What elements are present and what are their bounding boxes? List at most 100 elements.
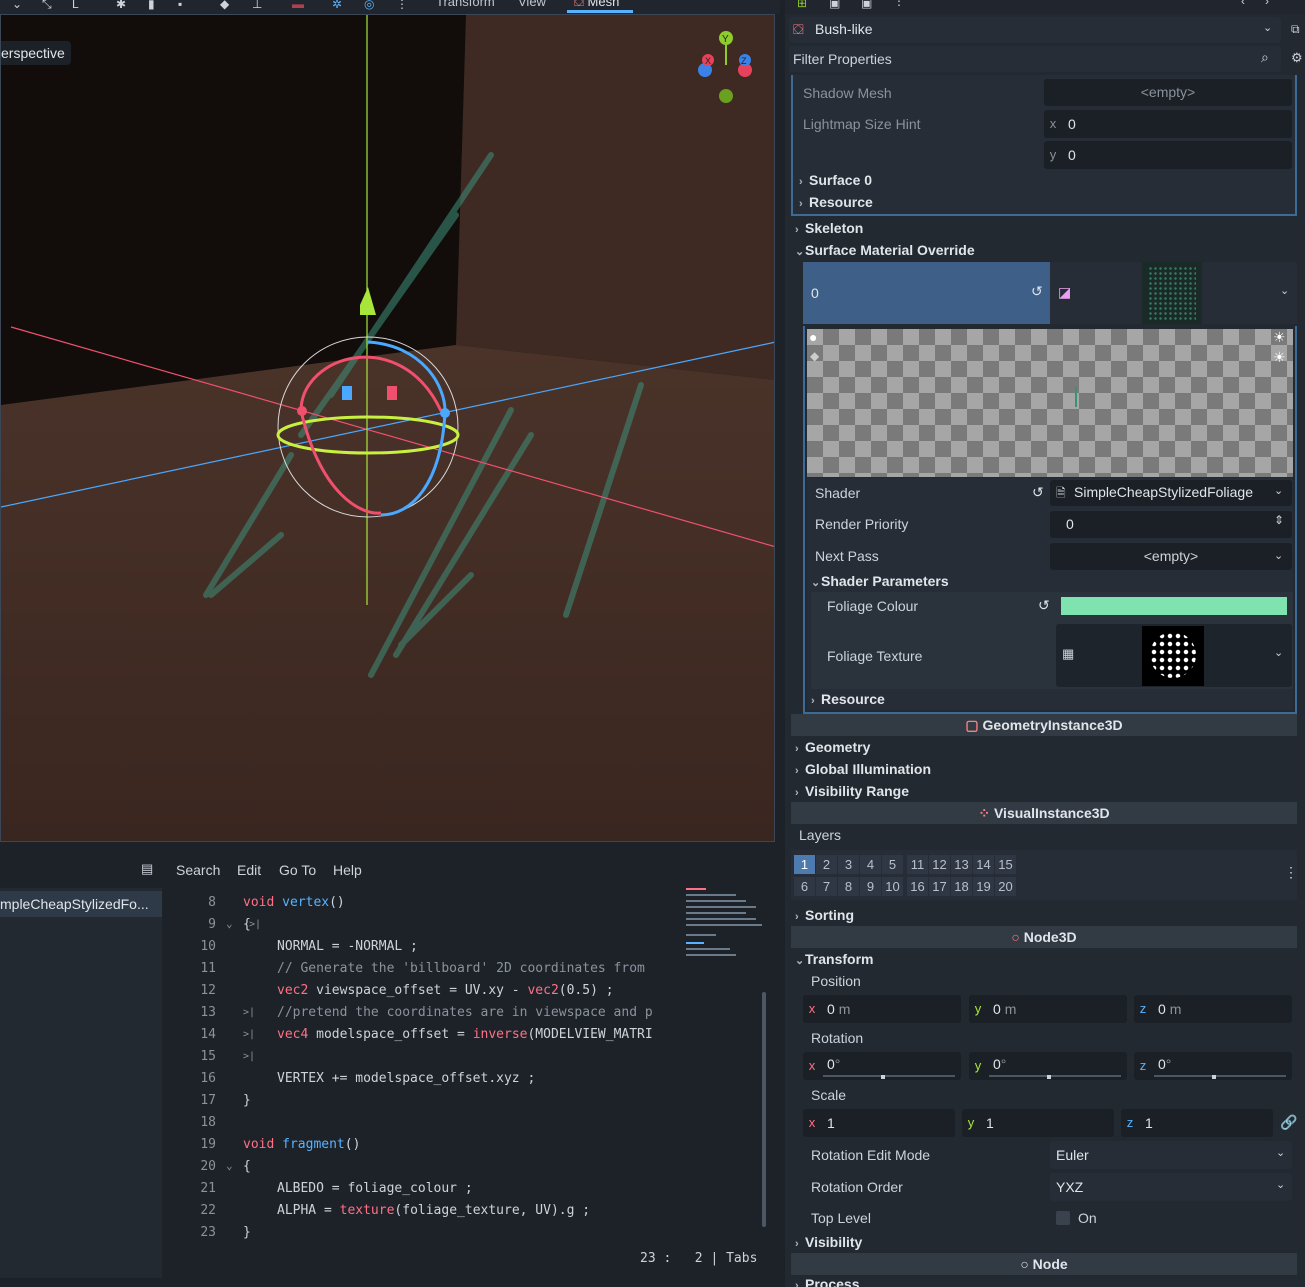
global-illumination-section[interactable]: › Global Illumination <box>795 761 931 777</box>
menu-view[interactable]: View <box>518 0 546 9</box>
visibility-range-section[interactable]: › Visibility Range <box>795 783 909 799</box>
geometry-section[interactable]: › Geometry <box>795 739 870 755</box>
menu-transform[interactable]: Transform <box>436 0 495 9</box>
group-icon[interactable]: ▪ <box>178 0 182 11</box>
script-file-item[interactable]: mpleCheapStylizedFo... <box>0 891 162 917</box>
tool-icon[interactable]: ✱ <box>116 0 126 11</box>
rotation-order-dropdown[interactable]: YXZ ⌄ <box>1050 1173 1292 1201</box>
layer-cell[interactable]: 16 <box>907 877 928 896</box>
snap-icon[interactable]: ◆ <box>220 0 229 11</box>
revert-icon[interactable]: ↺ <box>1031 283 1043 300</box>
render-priority-spinbox[interactable]: 0 ⇕ <box>1050 511 1292 538</box>
revert-icon[interactable]: ↺ <box>1038 597 1050 614</box>
layer-cell[interactable]: 8 <box>838 877 859 896</box>
layer-cell[interactable]: 12 <box>929 855 950 874</box>
revert-icon[interactable]: ↺ <box>1032 484 1044 501</box>
rotation-z-field[interactable]: z 0° <box>1134 1052 1292 1080</box>
slider-knob[interactable] <box>1212 1075 1216 1079</box>
resource-selector[interactable]: ⛋ Bush-like ⌄ <box>789 17 1281 43</box>
layer-cell[interactable]: 4 <box>860 855 881 874</box>
rotation-y-field[interactable]: y 0° <box>969 1052 1127 1080</box>
transform-section[interactable]: ⌄Transform <box>795 951 873 967</box>
fold-arrow-icon[interactable]: ⌄ <box>226 1159 233 1172</box>
scale-x-field[interactable]: x 1 <box>803 1109 955 1137</box>
next-pass-picker[interactable]: <empty> ⌄ <box>1050 543 1292 570</box>
layer-cell[interactable]: 10 <box>882 877 903 896</box>
visibility-section[interactable]: › Visibility <box>795 1234 862 1250</box>
code-editor[interactable]: 8 9 10 11 12 13 14 15 16 17 18 19 20 21 … <box>170 888 685 1240</box>
layer-cell[interactable]: 5 <box>882 855 903 874</box>
menu-mesh[interactable]: ⛋ Mesh <box>574 0 619 10</box>
new-resource-icon[interactable]: ⊞ <box>797 0 807 10</box>
link-icon[interactable]: 🔗 <box>1280 1114 1297 1131</box>
layer-cell[interactable]: 7 <box>816 877 837 896</box>
layer-cell[interactable]: 6 <box>794 877 815 896</box>
layer-cell[interactable]: 2 <box>816 855 837 874</box>
override-index-cell[interactable]: 0 ↺ <box>803 262 1050 324</box>
layer-cell[interactable]: 18 <box>951 877 972 896</box>
slider-knob[interactable] <box>1047 1075 1051 1079</box>
status-indent[interactable]: Tabs <box>726 1251 757 1266</box>
rotation-z-slider[interactable] <box>1154 1075 1286 1077</box>
script-list-toggle-icon[interactable]: ▤ <box>141 861 153 877</box>
load-icon[interactable]: ▣ <box>829 0 840 10</box>
lightmap-x-field[interactable]: x 0 <box>1044 110 1292 138</box>
sorting-section[interactable]: › Sorting <box>795 907 854 923</box>
position-z-field[interactable]: z 0 m <box>1134 995 1292 1023</box>
spinner-icon[interactable]: ⇕ <box>1274 513 1284 527</box>
code-minimap[interactable] <box>686 888 768 958</box>
filter-properties-input[interactable]: Filter Properties ⌕ <box>789 46 1281 72</box>
scale-y-field[interactable]: y 1 <box>962 1109 1114 1137</box>
perspective-menu-button[interactable]: erspective <box>1 41 71 65</box>
environment-icon[interactable]: ◎ <box>364 0 374 11</box>
record-icon[interactable]: ▬ <box>292 0 304 11</box>
layer-cell[interactable]: 17 <box>929 877 950 896</box>
layer-cell[interactable]: 19 <box>973 877 994 896</box>
menu-help[interactable]: Help <box>333 862 362 878</box>
fold-arrow-icon[interactable]: ⌄ <box>226 917 233 930</box>
layer-cell[interactable]: 15 <box>995 855 1016 874</box>
menu-search[interactable]: Search <box>176 862 220 878</box>
history-forward-icon[interactable]: › <box>1265 0 1269 8</box>
lock-icon[interactable]: ▮ <box>148 0 155 11</box>
layer-cell[interactable]: 1 <box>794 855 815 874</box>
rotation-mode-dropdown[interactable]: Euler ⌄ <box>1050 1141 1292 1169</box>
layer-cell[interactable]: 13 <box>951 855 972 874</box>
shader-params-section[interactable]: ⌄Shader Parameters <box>811 573 949 589</box>
light2-icon[interactable]: ☀ <box>1273 349 1286 366</box>
ruler-icon[interactable]: ⊥ <box>252 0 262 11</box>
tool-icon[interactable]: L <box>72 0 79 11</box>
top-level-checkbox[interactable] <box>1056 1211 1070 1225</box>
foliage-colour-swatch[interactable] <box>1061 597 1287 615</box>
code-vscrollbar[interactable] <box>762 992 766 1227</box>
rotation-x-slider[interactable] <box>823 1075 955 1077</box>
history-back-icon[interactable]: ‹ <box>1241 0 1245 8</box>
layer-cell[interactable]: 9 <box>860 877 881 896</box>
process-section[interactable]: › Process <box>795 1276 859 1287</box>
sun-icon[interactable]: ✲ <box>332 0 342 11</box>
layer-cell[interactable]: 11 <box>907 855 928 874</box>
tool-icon[interactable]: ⌄ <box>12 0 22 11</box>
material-resource-section[interactable]: › Resource <box>811 691 885 707</box>
sphere-preview-icon[interactable]: ● <box>809 329 817 345</box>
skeleton-section[interactable]: › Skeleton <box>795 220 863 236</box>
position-x-field[interactable]: x 0 m <box>803 995 961 1023</box>
menu-goto[interactable]: Go To <box>279 862 316 878</box>
split-divider[interactable] <box>776 14 785 850</box>
position-y-field[interactable]: y 0 m <box>969 995 1127 1023</box>
more-icon[interactable]: ⋮ <box>1284 864 1298 881</box>
shadow-mesh-field[interactable]: <empty> <box>1044 79 1292 106</box>
resource-section[interactable]: › Resource <box>799 194 873 210</box>
light1-icon[interactable]: ☀ <box>1273 329 1286 346</box>
shader-picker[interactable]: 🗎 SimpleCheapStylizedFoliage ⌄ <box>1050 480 1292 506</box>
lightmap-y-field[interactable]: y 0 <box>1044 141 1292 169</box>
rotation-y-slider[interactable] <box>989 1075 1121 1077</box>
doc-icon[interactable]: ⧉ <box>1291 22 1300 37</box>
layer-cell[interactable]: 20 <box>995 877 1016 896</box>
tool-icon[interactable]: ⤡ <box>42 0 52 12</box>
slider-knob[interactable] <box>881 1075 885 1079</box>
filter-options-icon[interactable]: ⚙ <box>1291 50 1303 66</box>
save-icon[interactable]: ▣ <box>861 0 872 10</box>
menu-edit[interactable]: Edit <box>237 862 261 878</box>
foliage-texture-picker[interactable]: ▦ ⌄ <box>1056 624 1292 687</box>
